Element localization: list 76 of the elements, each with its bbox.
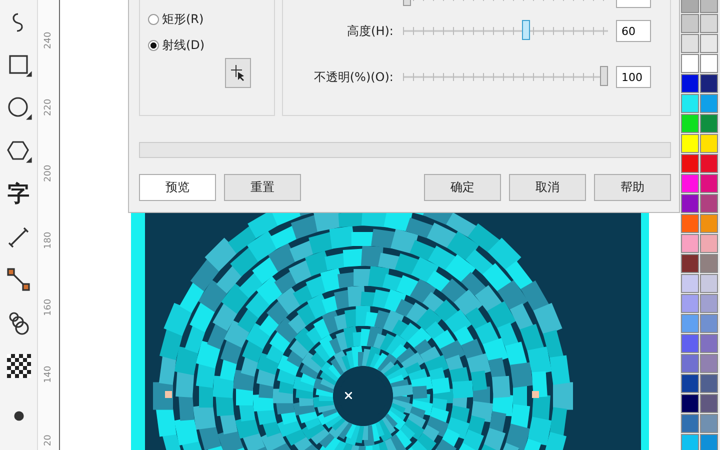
color-swatch[interactable] [700, 74, 718, 93]
color-swatch[interactable] [700, 14, 718, 33]
slider-thumb[interactable] [600, 66, 608, 86]
color-swatch[interactable] [681, 434, 699, 450]
text-tool[interactable]: 字 [8, 179, 30, 209]
color-swatch[interactable] [681, 74, 699, 93]
color-swatch[interactable] [681, 154, 699, 173]
color-swatch[interactable] [700, 254, 718, 273]
color-swatch[interactable] [700, 394, 718, 413]
selection-handle[interactable] [532, 391, 539, 398]
color-swatch[interactable] [681, 194, 699, 213]
color-swatch[interactable] [700, 274, 718, 293]
color-swatch[interactable] [700, 294, 718, 313]
radio-label[interactable]: 矩形(R) [162, 10, 204, 28]
color-swatch[interactable] [681, 374, 699, 393]
ruler-label: 160 [42, 298, 55, 318]
color-swatch[interactable] [700, 174, 718, 193]
ellipse-tool-icon[interactable] [6, 95, 32, 121]
color-swatch[interactable] [700, 194, 718, 213]
color-swatch[interactable] [681, 414, 699, 433]
color-swatch[interactable] [681, 314, 699, 333]
dialog-button[interactable]: 帮助 [594, 174, 671, 201]
center-mark-icon [345, 392, 352, 399]
selection-handle[interactable] [165, 391, 172, 398]
radio-button[interactable] [148, 14, 159, 24]
dialog-button[interactable]: 取消 [509, 174, 586, 201]
color-swatch[interactable] [681, 254, 699, 273]
color-swatch[interactable] [681, 134, 699, 153]
color-swatch[interactable] [700, 374, 718, 393]
color-swatch[interactable] [700, 34, 718, 53]
color-swatch[interactable] [700, 154, 718, 173]
pick-point-button[interactable] [225, 58, 251, 88]
ruler-label: 220 [42, 97, 55, 118]
color-swatch[interactable] [700, 114, 718, 133]
ruler-label: 20 [42, 434, 55, 448]
dialog-button[interactable]: 预览 [139, 174, 216, 201]
dialog-button[interactable]: 确定 [424, 174, 501, 201]
color-swatch[interactable] [700, 214, 718, 233]
ruler-label: 240 [42, 30, 55, 51]
color-swatch[interactable] [700, 54, 718, 73]
color-swatch[interactable] [681, 34, 699, 53]
color-swatch[interactable] [681, 54, 699, 73]
color-swatch[interactable] [681, 354, 699, 373]
color-swatch[interactable] [681, 274, 699, 293]
color-swatch[interactable] [681, 394, 699, 413]
dialog-button[interactable]: 重置 [224, 174, 301, 201]
color-swatch[interactable] [681, 114, 699, 133]
color-swatch[interactable] [700, 94, 718, 113]
value-field[interactable]: 100 [616, 66, 652, 88]
color-swatch[interactable] [700, 354, 718, 373]
crosshair-cursor-icon [230, 64, 246, 82]
color-swatch[interactable] [681, 294, 699, 313]
polygon-tool-icon[interactable] [6, 138, 32, 164]
slider-label: 不透明(%)(O): [314, 70, 394, 84]
connector-tool-icon[interactable] [6, 267, 32, 293]
color-swatch[interactable] [700, 134, 718, 153]
color-swatch[interactable] [700, 314, 718, 333]
color-swatch[interactable] [681, 14, 699, 33]
value-field[interactable]: 60 [616, 20, 652, 42]
color-swatch[interactable] [681, 234, 699, 253]
ruler-label: 140 [42, 364, 55, 385]
slider-thumb[interactable] [522, 20, 530, 40]
color-swatch[interactable] [700, 434, 718, 450]
color-swatch[interactable] [681, 94, 699, 113]
checkerboard-icon[interactable] [6, 354, 30, 378]
color-swatch[interactable] [700, 234, 718, 253]
ruler-label: 200 [42, 164, 55, 184]
radio-button[interactable] [148, 40, 159, 50]
radio-label[interactable]: 射线(D) [162, 36, 205, 54]
color-swatch[interactable] [681, 334, 699, 353]
color-swatch[interactable] [700, 334, 718, 353]
color-swatch[interactable] [700, 414, 718, 433]
color-swatch[interactable] [681, 214, 699, 233]
color-swatch[interactable] [681, 174, 699, 193]
ruler-label: 180 [42, 230, 55, 252]
slider-label: 高度(H): [347, 24, 394, 38]
